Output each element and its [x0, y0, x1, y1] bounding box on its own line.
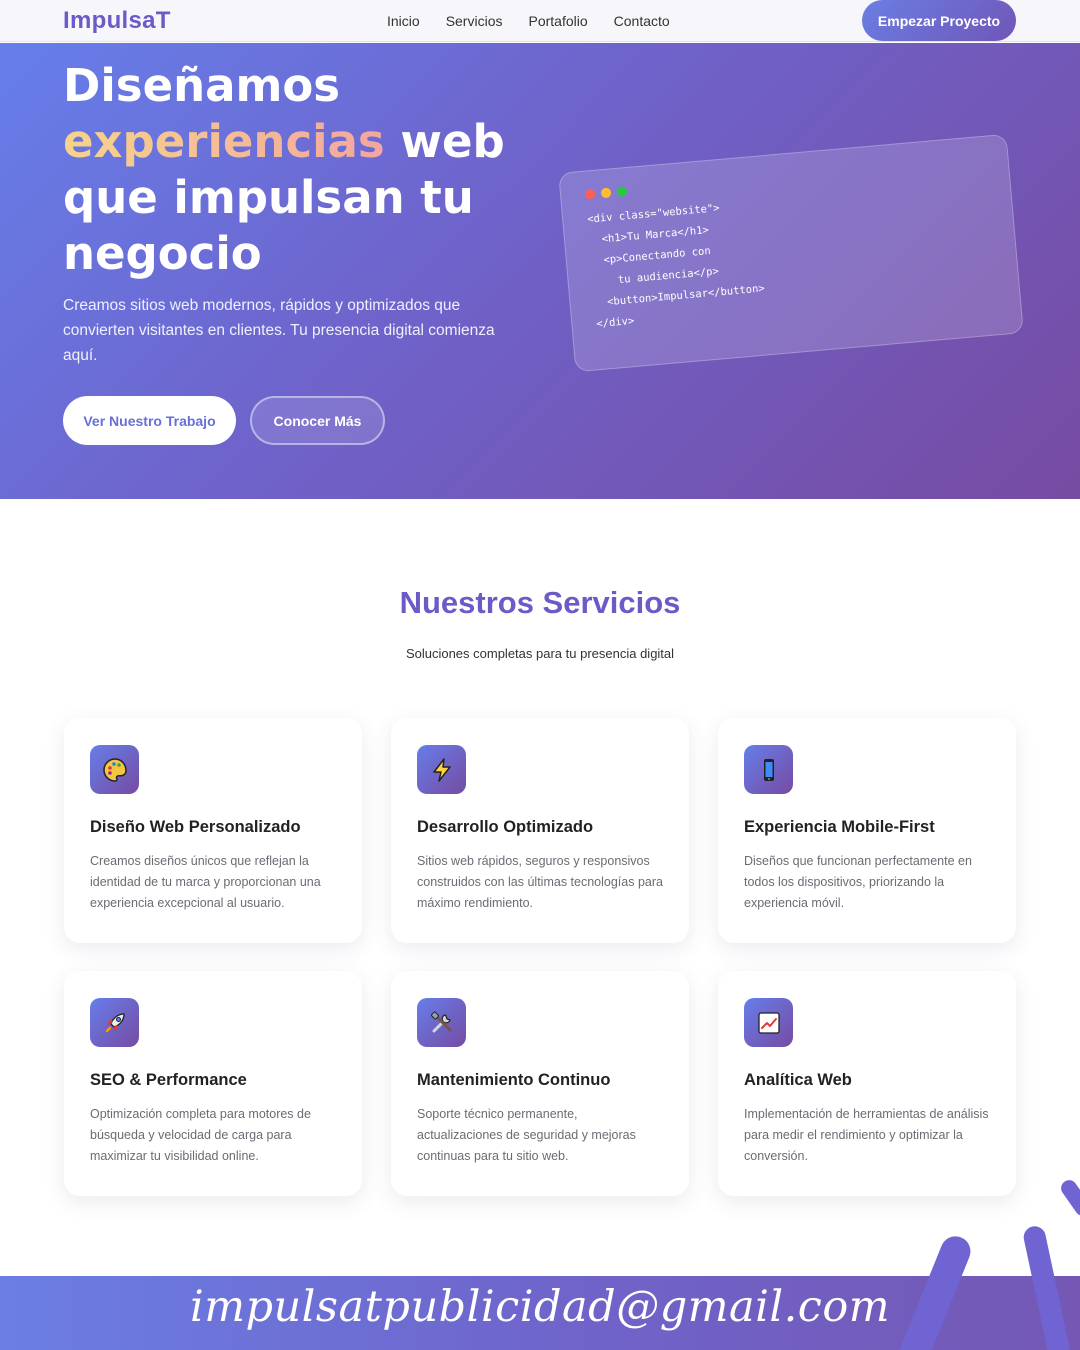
service-card-title: Desarrollo Optimizado [417, 818, 594, 836]
service-card-mobile[interactable]: Experiencia Mobile-First Diseños que fun… [718, 718, 1016, 943]
service-card-title: Mantenimiento Continuo [417, 1071, 611, 1089]
learn-more-button[interactable]: Conocer Más [250, 396, 385, 445]
service-card-text: Implementación de herramientas de anális… [744, 1107, 989, 1163]
service-card-desarrollo[interactable]: Desarrollo Optimizado Sitios web rápidos… [391, 718, 689, 943]
lightning-icon [417, 745, 466, 794]
service-card-text: Sitios web rápidos, seguros y responsivo… [417, 854, 663, 910]
nav-links: Inicio Servicios Portafolio Contacto [387, 13, 670, 29]
hero-title-line1: Diseñamos [63, 59, 341, 112]
nav-link-portafolio[interactable]: Portafolio [528, 13, 587, 29]
service-card-title: Analítica Web [744, 1071, 852, 1089]
service-card-seo[interactable]: SEO & Performance Optimización completa … [64, 971, 362, 1196]
service-card-text: Diseños que funcionan perfectamente en t… [744, 854, 972, 910]
decorative-stroke [1057, 1177, 1080, 1219]
services-title: Nuestros Servicios [399, 585, 681, 620]
palette-icon [90, 745, 139, 794]
window-dot-red [584, 188, 596, 200]
window-dot-yellow [600, 187, 612, 199]
nav-link-contacto[interactable]: Contacto [614, 13, 670, 29]
window-dot-green [616, 186, 628, 197]
view-work-button[interactable]: Ver Nuestro Trabajo [63, 396, 236, 445]
contact-email[interactable]: impulsatpublicidad@gmail.com [0, 1282, 1080, 1332]
hero-title-highlight: experiencias [63, 115, 385, 168]
service-card-title: Experiencia Mobile-First [744, 818, 935, 836]
brand-logo[interactable]: ImpulsaT [63, 7, 171, 35]
hero-title-line2-rest: web [384, 115, 505, 168]
nav-link-servicios[interactable]: Servicios [446, 13, 503, 29]
nav-link-inicio[interactable]: Inicio [387, 13, 420, 29]
service-card-text: Soporte técnico permanente, actualizacio… [417, 1107, 636, 1163]
hero-section: Diseñamos experiencias web que impulsan … [0, 43, 1080, 499]
service-card-diseno[interactable]: Diseño Web Personalizado Creamos diseños… [64, 718, 362, 943]
service-card-title: Diseño Web Personalizado [90, 818, 301, 836]
service-card-text: Creamos diseños únicos que reflejan la i… [90, 854, 321, 910]
top-navbar: ImpulsaT Inicio Servicios Portafolio Con… [0, 0, 1080, 42]
chart-icon [744, 998, 793, 1047]
service-card-text: Optimización completa para motores de bú… [90, 1107, 311, 1163]
services-subtitle: Soluciones completas para tu presencia d… [405, 646, 675, 661]
hero-subtitle: Creamos sitios web modernos, rápidos y o… [63, 297, 495, 364]
service-card-analitica[interactable]: Analítica Web Implementación de herramie… [718, 971, 1016, 1196]
start-project-button[interactable]: Empezar Proyecto [862, 0, 1016, 41]
hero-title: Diseñamos experiencias web que impulsan … [63, 58, 543, 282]
service-card-mantenimiento[interactable]: Mantenimiento Continuo Soporte técnico p… [391, 971, 689, 1196]
code-preview-card: <div class="website"> <h1>Tu Marca</h1> … [558, 133, 1024, 373]
tools-icon [417, 998, 466, 1047]
mobile-phone-icon [744, 745, 793, 794]
rocket-icon [90, 998, 139, 1047]
hero-title-line3: que impulsan tu [63, 171, 474, 224]
hero-title-line4: negocio [63, 227, 262, 280]
service-card-title: SEO & Performance [90, 1071, 247, 1089]
